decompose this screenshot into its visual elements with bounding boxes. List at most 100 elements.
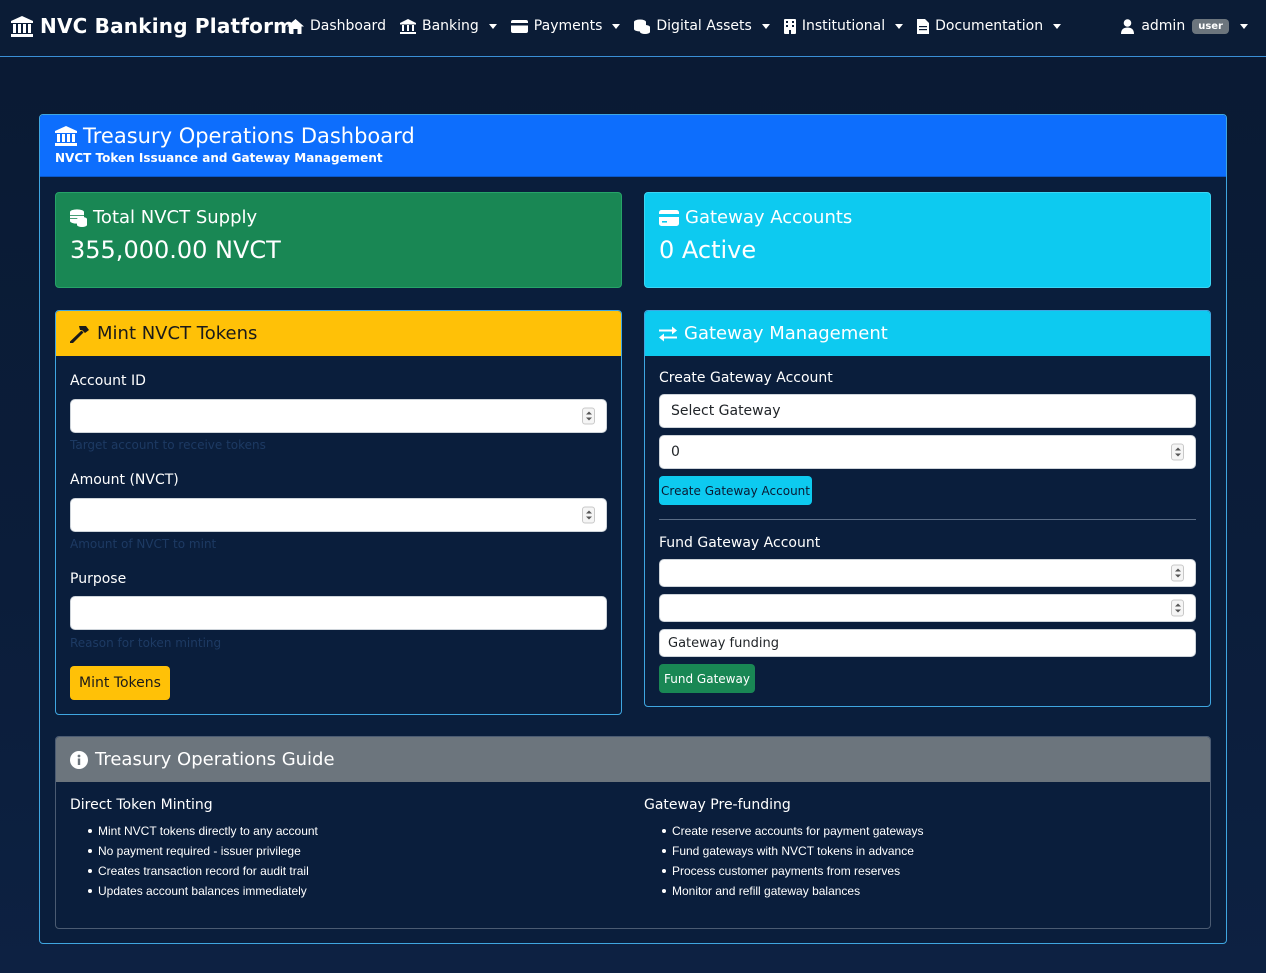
list-item: Monitor and refill gateway balances bbox=[644, 881, 923, 901]
number-stepper[interactable] bbox=[1171, 564, 1184, 582]
username: admin bbox=[1141, 18, 1186, 34]
gateway-accounts-label-text: Gateway Accounts bbox=[685, 207, 853, 228]
nav-banking[interactable]: Banking bbox=[399, 18, 497, 34]
main-nav: Dashboard Banking Payments Digital Asset… bbox=[287, 18, 1075, 34]
nav-institutional[interactable]: Institutional bbox=[783, 18, 904, 34]
nav-payments[interactable]: Payments bbox=[510, 18, 621, 34]
gateway-accounts-card: Gateway Accounts 0 Active bbox=[644, 192, 1211, 288]
fund-account-input[interactable] bbox=[659, 559, 1196, 587]
page-subtitle: NVCT Token Issuance and Gateway Manageme… bbox=[55, 151, 383, 165]
role-badge: user bbox=[1192, 18, 1229, 34]
guide-panel-header: Treasury Operations Guide bbox=[56, 737, 1210, 782]
nav-dashboard[interactable]: Dashboard bbox=[287, 18, 386, 34]
amount-help: Amount of NVCT to mint bbox=[70, 537, 217, 551]
guide-minting-section: Direct Token Minting Mint NVCT tokens di… bbox=[70, 797, 318, 901]
gateway-select[interactable]: Select Gateway bbox=[659, 394, 1196, 428]
user-menu[interactable]: admin user bbox=[1121, 18, 1248, 34]
nav-institutional-label: Institutional bbox=[801, 18, 886, 34]
brand[interactable]: NVC Banking Platform bbox=[10, 14, 294, 38]
operations-guide-panel: Treasury Operations Guide Direct Token M… bbox=[55, 736, 1211, 929]
credit-card-icon bbox=[510, 19, 528, 33]
chevron-down-icon bbox=[488, 23, 497, 29]
page-title: Treasury Operations Dashboard bbox=[55, 124, 1211, 148]
guide-prefunding-section: Gateway Pre-funding Create reserve accou… bbox=[644, 797, 923, 901]
user-icon bbox=[1121, 18, 1135, 34]
home-icon bbox=[287, 18, 304, 34]
mint-panel-header: Mint NVCT Tokens bbox=[56, 311, 621, 356]
fund-gateway-button[interactable]: Fund Gateway bbox=[659, 664, 755, 693]
gateway-panel-title: Gateway Management bbox=[684, 323, 888, 344]
list-item: Process customer payments from reserves bbox=[644, 861, 923, 881]
fund-gateway-label: Fund Gateway Account bbox=[659, 535, 821, 551]
gateway-management-panel: Gateway Management Create Gateway Accoun… bbox=[644, 310, 1211, 707]
list-item: No payment required - issuer privilege bbox=[70, 841, 318, 861]
number-stepper[interactable] bbox=[1171, 599, 1184, 617]
file-icon bbox=[917, 18, 930, 34]
page-title-text: Treasury Operations Dashboard bbox=[83, 124, 415, 148]
initial-balance-input[interactable]: 0 bbox=[659, 435, 1196, 469]
account-id-input[interactable] bbox=[70, 399, 607, 433]
amount-label: Amount (NVCT) bbox=[70, 472, 179, 488]
list-item: Creates transaction record for audit tra… bbox=[70, 861, 318, 881]
create-gateway-button[interactable]: Create Gateway Account bbox=[659, 476, 812, 505]
list-item: Updates account balances immediately bbox=[70, 881, 318, 901]
purpose-input[interactable] bbox=[70, 596, 607, 630]
chevron-down-icon bbox=[895, 23, 904, 29]
nav-banking-label: Banking bbox=[421, 18, 479, 34]
fund-purpose-value: Gateway funding bbox=[668, 635, 779, 651]
mint-tokens-panel: Mint NVCT Tokens Account ID Target accou… bbox=[55, 310, 622, 715]
total-supply-card: Total NVCT Supply 355,000.00 NVCT bbox=[55, 192, 622, 288]
chevron-down-icon bbox=[1053, 23, 1062, 29]
fund-amount-input[interactable] bbox=[659, 594, 1196, 622]
nav-dashboard-label: Dashboard bbox=[310, 18, 386, 34]
purpose-help: Reason for token minting bbox=[70, 636, 222, 650]
guide-prefunding-heading: Gateway Pre-funding bbox=[644, 797, 791, 813]
guide-prefunding-list: Create reserve accounts for payment gate… bbox=[644, 821, 923, 901]
amount-input[interactable] bbox=[70, 498, 607, 532]
account-id-label: Account ID bbox=[70, 373, 146, 389]
account-id-help: Target account to receive tokens bbox=[70, 438, 266, 452]
guide-minting-heading: Direct Token Minting bbox=[70, 797, 213, 813]
building-icon bbox=[783, 18, 796, 34]
brand-label: NVC Banking Platform bbox=[40, 14, 295, 38]
gateway-accounts-label: Gateway Accounts bbox=[659, 207, 1196, 228]
list-item: Mint NVCT tokens directly to any account bbox=[70, 821, 318, 841]
mint-tokens-button[interactable]: Mint Tokens bbox=[70, 666, 170, 700]
mint-panel-title: Mint NVCT Tokens bbox=[97, 323, 258, 344]
number-stepper[interactable] bbox=[582, 407, 595, 425]
nav-payments-label: Payments bbox=[533, 18, 603, 34]
nav-digital-assets[interactable]: Digital Assets bbox=[634, 18, 770, 34]
nav-documentation[interactable]: Documentation bbox=[917, 18, 1062, 34]
coins-icon bbox=[70, 208, 87, 227]
nav-documentation-label: Documentation bbox=[935, 18, 1044, 34]
section-divider bbox=[659, 519, 1196, 520]
total-supply-label: Total NVCT Supply bbox=[70, 207, 607, 228]
gateway-select-value: Select Gateway bbox=[671, 403, 781, 419]
guide-panel-title: Treasury Operations Guide bbox=[95, 749, 335, 770]
fund-purpose-input[interactable]: Gateway funding bbox=[659, 629, 1196, 657]
dashboard-header: Treasury Operations Dashboard NVCT Token… bbox=[40, 115, 1226, 177]
guide-minting-list: Mint NVCT tokens directly to any account… bbox=[70, 821, 318, 901]
credit-card-icon bbox=[659, 209, 679, 226]
info-circle-icon bbox=[70, 750, 88, 769]
total-supply-label-text: Total NVCT Supply bbox=[93, 207, 258, 228]
chevron-down-icon bbox=[612, 23, 621, 29]
list-item: Create reserve accounts for payment gate… bbox=[644, 821, 923, 841]
total-supply-value: 355,000.00 NVCT bbox=[70, 236, 281, 264]
chevron-down-icon bbox=[1240, 23, 1248, 29]
chevron-down-icon bbox=[761, 23, 770, 29]
create-gateway-label: Create Gateway Account bbox=[659, 370, 833, 386]
list-item: Fund gateways with NVCT tokens in advanc… bbox=[644, 841, 923, 861]
gateway-accounts-value: 0 Active bbox=[659, 236, 757, 264]
gateway-panel-header: Gateway Management bbox=[645, 311, 1210, 356]
bank-icon bbox=[10, 15, 34, 37]
nav-digital-assets-label: Digital Assets bbox=[656, 18, 752, 34]
coins-icon bbox=[634, 19, 651, 34]
purpose-label: Purpose bbox=[70, 571, 127, 587]
bank-icon bbox=[399, 18, 416, 34]
number-stepper[interactable] bbox=[1171, 443, 1184, 461]
exchange-arrows-icon bbox=[659, 326, 677, 342]
top-navbar: NVC Banking Platform Dashboard Banking P… bbox=[0, 0, 1266, 57]
initial-balance-value: 0 bbox=[671, 444, 680, 460]
number-stepper[interactable] bbox=[582, 506, 595, 524]
